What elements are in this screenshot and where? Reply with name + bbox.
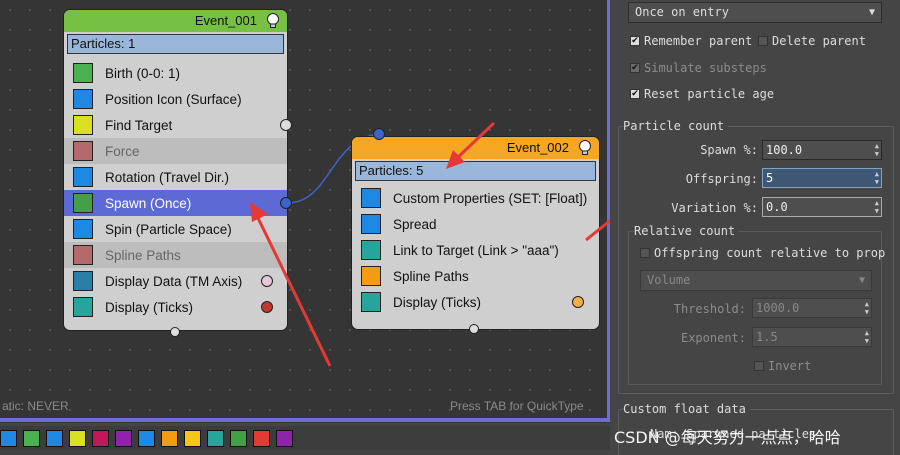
operator-depot-toolbar (0, 426, 610, 450)
arrow-to-particles (453, 121, 496, 162)
delete-parent-checkbox[interactable]: Delete parent (758, 34, 866, 48)
depot-item-icon[interactable] (207, 429, 224, 447)
spawn-percent-label: Spawn %: (700, 143, 758, 157)
relative-source-value: Volume (647, 273, 691, 287)
csdn-watermark: CSDN @每天努力一点点，哈哈 (614, 428, 841, 447)
spinner-arrows-icon[interactable]: ▲ ▼ (865, 300, 869, 316)
depot-item-icon[interactable] (92, 429, 109, 447)
invert-checkbox[interactable]: Invert (754, 359, 811, 373)
depot-item-icon[interactable] (138, 429, 155, 447)
depot-item-icon[interactable] (276, 429, 293, 447)
threshold-value: 1000.0 (756, 301, 800, 315)
checkbox-empty-icon (758, 36, 768, 46)
checkmark-icon: ✔ (630, 36, 640, 46)
chevron-down-icon: ▼ (868, 7, 875, 18)
remember-parent-label: Remember parent (644, 34, 753, 48)
reset-particle-age-label: Reset particle age (644, 87, 775, 101)
threshold-label: Threshold: (673, 302, 746, 316)
checkbox-empty-icon (754, 361, 764, 371)
offspring-relative-label: Offspring count relative to prop (654, 246, 886, 260)
relative-source-select[interactable]: Volume ▼ (640, 270, 872, 291)
spawn-percent-value: 100.0 (766, 143, 803, 157)
depot-item-icon[interactable] (253, 429, 270, 447)
variation-percent-spinner[interactable]: 0.0 ▲ ▼ (762, 197, 882, 217)
offspring-label: Offspring: (685, 172, 758, 186)
spinner-arrows-icon[interactable]: ▲ ▼ (865, 329, 869, 345)
depot-item-icon[interactable] (46, 429, 63, 447)
depot-item-icon[interactable] (115, 429, 132, 447)
checkbox-empty-icon (640, 248, 650, 258)
threshold-spinner[interactable]: 1000.0 ▲ ▼ (752, 298, 872, 318)
chevron-down-icon: ▼ (858, 275, 865, 286)
particle-count-group-title: Particle count (623, 119, 729, 133)
checkmark-icon: ✔ (630, 89, 640, 99)
offspring-value: 5 (766, 171, 774, 185)
relative-count-group-title: Relative count (634, 224, 740, 238)
spawn-percent-spinner[interactable]: 100.0 ▲ ▼ (762, 140, 882, 160)
spawn-mode-select[interactable]: Once on entry ▼ (628, 2, 882, 23)
simulate-substeps-label: Simulate substeps (644, 61, 767, 75)
reset-particle-age-checkbox[interactable]: ✔ Reset particle age (630, 87, 774, 101)
depot-item-icon[interactable] (161, 429, 178, 447)
depot-item-icon[interactable] (69, 429, 86, 447)
exponent-label: Exponent: (680, 331, 746, 345)
depot-item-icon[interactable] (0, 429, 17, 447)
variation-percent-label: Variation %: (671, 201, 758, 215)
remember-parent-checkbox[interactable]: ✔ Remember parent (630, 34, 752, 48)
spinner-arrows-icon[interactable]: ▲ ▼ (875, 142, 879, 158)
exponent-value: 1.5 (756, 330, 778, 344)
offspring-relative-checkbox[interactable]: Offspring count relative to prop (640, 246, 885, 260)
spawn-parameters-panel: Once on entry ▼ ✔ Remember parent Delete… (610, 0, 900, 455)
simulate-substeps-checkbox[interactable]: ✔ Simulate substeps (630, 61, 767, 75)
variation-percent-value: 0.0 (766, 200, 788, 214)
spinner-arrows-icon[interactable]: ▲ ▼ (875, 170, 879, 186)
delete-parent-label: Delete parent (772, 34, 866, 48)
offspring-spinner[interactable]: 5 ▲ ▼ (762, 168, 882, 188)
depot-item-icon[interactable] (23, 429, 40, 447)
spinner-arrows-icon[interactable]: ▲ ▼ (875, 199, 879, 215)
custom-float-group-title: Custom float data (623, 402, 750, 416)
depot-item-icon[interactable] (184, 429, 201, 447)
spawn-mode-value: Once on entry (635, 5, 729, 19)
depot-item-icon[interactable] (230, 429, 247, 447)
arrow-to-spawn (256, 217, 332, 367)
invert-label: Invert (768, 359, 812, 373)
exponent-spinner[interactable]: 1.5 ▲ ▼ (752, 327, 872, 347)
checkmark-icon: ✔ (630, 63, 640, 73)
